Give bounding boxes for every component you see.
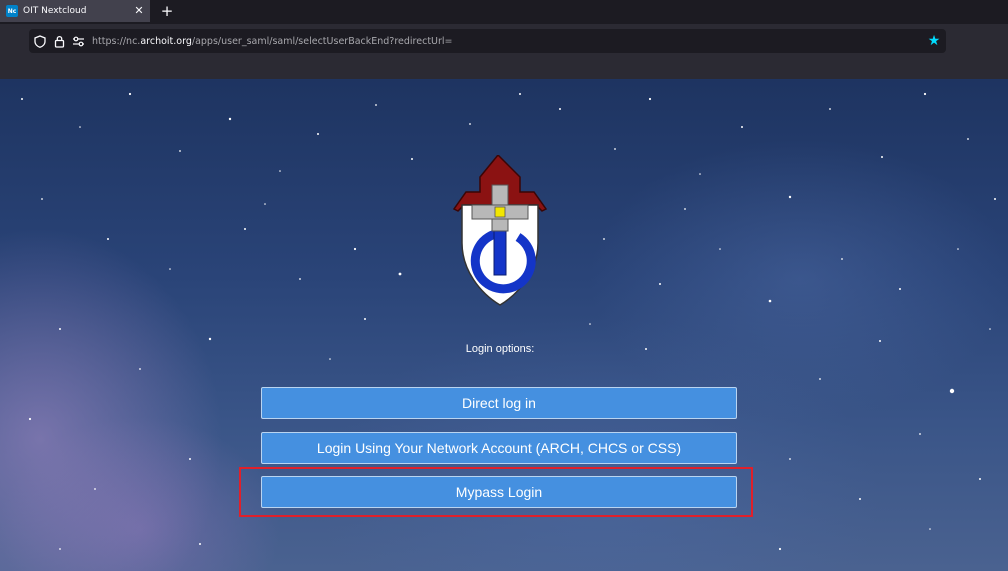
login-options-label: Login options: <box>465 343 535 355</box>
tab-oit-nextcloud[interactable]: Nc OIT Nextcloud ✕ <box>0 0 150 22</box>
direct-login-button[interactable]: Direct log in <box>261 387 737 419</box>
browser-window: Nc OIT Nextcloud ✕ + https://nc.archoit.… <box>0 0 1008 571</box>
url-text[interactable]: https://nc.archoit.org/apps/user_saml/sa… <box>92 36 453 47</box>
new-tab-button[interactable]: + <box>158 2 176 20</box>
page-content: Login options: Direct log in Login Using… <box>0 79 1008 571</box>
shield-icon[interactable] <box>32 33 48 49</box>
address-bar[interactable]: https://nc.archoit.org/apps/user_saml/sa… <box>29 29 946 53</box>
permissions-icon[interactable] <box>70 33 86 49</box>
nextcloud-favicon-icon: Nc <box>6 5 18 17</box>
bookmark-star-icon[interactable]: ★ <box>926 33 942 49</box>
network-account-login-button[interactable]: Login Using Your Network Account (ARCH, … <box>261 432 737 464</box>
highlight-annotation-box <box>239 467 753 517</box>
navigation-bar: https://nc.archoit.org/apps/user_saml/sa… <box>0 24 1008 79</box>
tab-title: OIT Nextcloud <box>23 6 87 16</box>
tab-strip: Nc OIT Nextcloud ✕ + <box>0 0 1008 24</box>
archdiocese-shield-logo <box>452 155 548 306</box>
url-path: /apps/user_saml/saml/selectUserBackEnd?r… <box>191 35 453 47</box>
url-domain: archoit.org <box>140 35 192 47</box>
lock-icon[interactable] <box>51 33 67 49</box>
url-prefix: https://nc. <box>92 35 141 47</box>
close-tab-icon[interactable]: ✕ <box>132 4 146 18</box>
